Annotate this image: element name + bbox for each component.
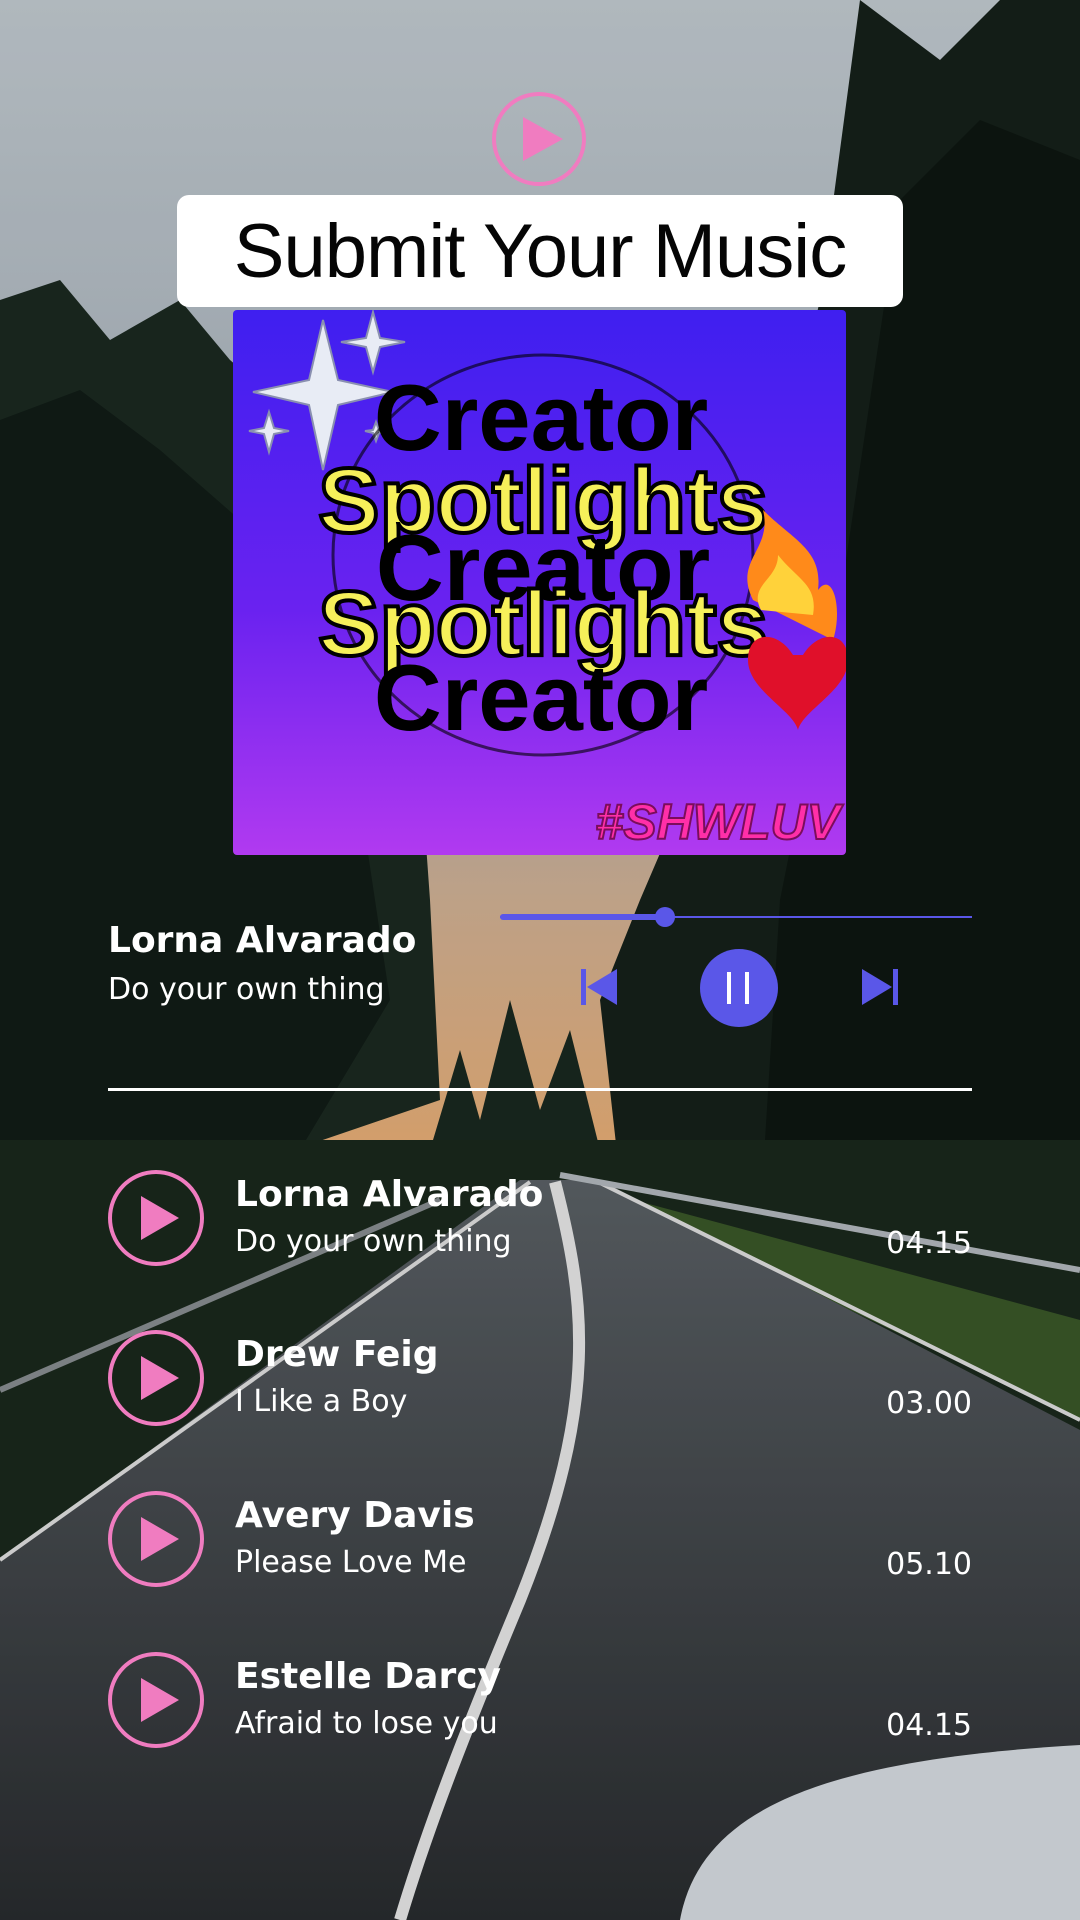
track-song: I Like a Boy [235,1384,408,1419]
page-title: Submit Your Music [233,208,847,294]
track-duration: 05.10 [886,1547,972,1582]
track-artist: Estelle Darcy [235,1656,502,1697]
divider [108,1088,972,1091]
track-play-button[interactable] [108,1330,204,1426]
playlist-item[interactable]: Lorna Alvarado Do your own thing 04.15 [108,1168,972,1268]
play-icon [141,1196,179,1240]
track-artist: Drew Feig [235,1334,439,1375]
play-icon [141,1356,179,1400]
skip-previous-icon [581,969,617,1005]
play-icon [141,1678,179,1722]
top-play-button[interactable] [492,92,586,186]
play-icon [141,1517,179,1561]
track-play-button[interactable] [108,1170,204,1266]
next-button[interactable] [856,963,904,1011]
skip-next-icon [862,969,898,1005]
cover-word: Creator [374,645,708,750]
track-artist: Lorna Alvarado [235,1174,544,1215]
progress-bar[interactable] [500,907,972,927]
track-artist: Avery Davis [235,1495,475,1536]
title-card: Submit Your Music [177,195,903,307]
cover-hashtag: #SHWLUV [595,793,841,851]
track-duration: 04.15 [886,1226,972,1261]
now-playing-artist: Lorna Alvarado [108,920,417,961]
pause-icon [727,972,749,1004]
track-song: Please Love Me [235,1545,467,1580]
playlist-item[interactable]: Drew Feig I Like a Boy 03.00 [108,1328,972,1428]
pause-button[interactable] [700,949,778,1027]
previous-button[interactable] [575,963,623,1011]
track-duration: 03.00 [886,1386,972,1421]
track-song: Do your own thing [235,1224,512,1259]
track-duration: 04.15 [886,1708,972,1743]
album-cover: Creator Spotlights Creator Spotlights Cr… [233,310,846,855]
track-song: Afraid to lose you [235,1706,498,1741]
track-play-button[interactable] [108,1652,204,1748]
progress-fill [500,914,666,920]
playlist-item[interactable]: Avery Davis Please Love Me 05.10 [108,1489,972,1589]
track-play-button[interactable] [108,1491,204,1587]
now-playing-song: Do your own thing [108,972,385,1007]
playlist-item[interactable]: Estelle Darcy Afraid to lose you 04.15 [108,1650,972,1750]
cover-artwork: Creator Spotlights Creator Spotlights Cr… [248,310,846,757]
play-icon [523,117,563,161]
